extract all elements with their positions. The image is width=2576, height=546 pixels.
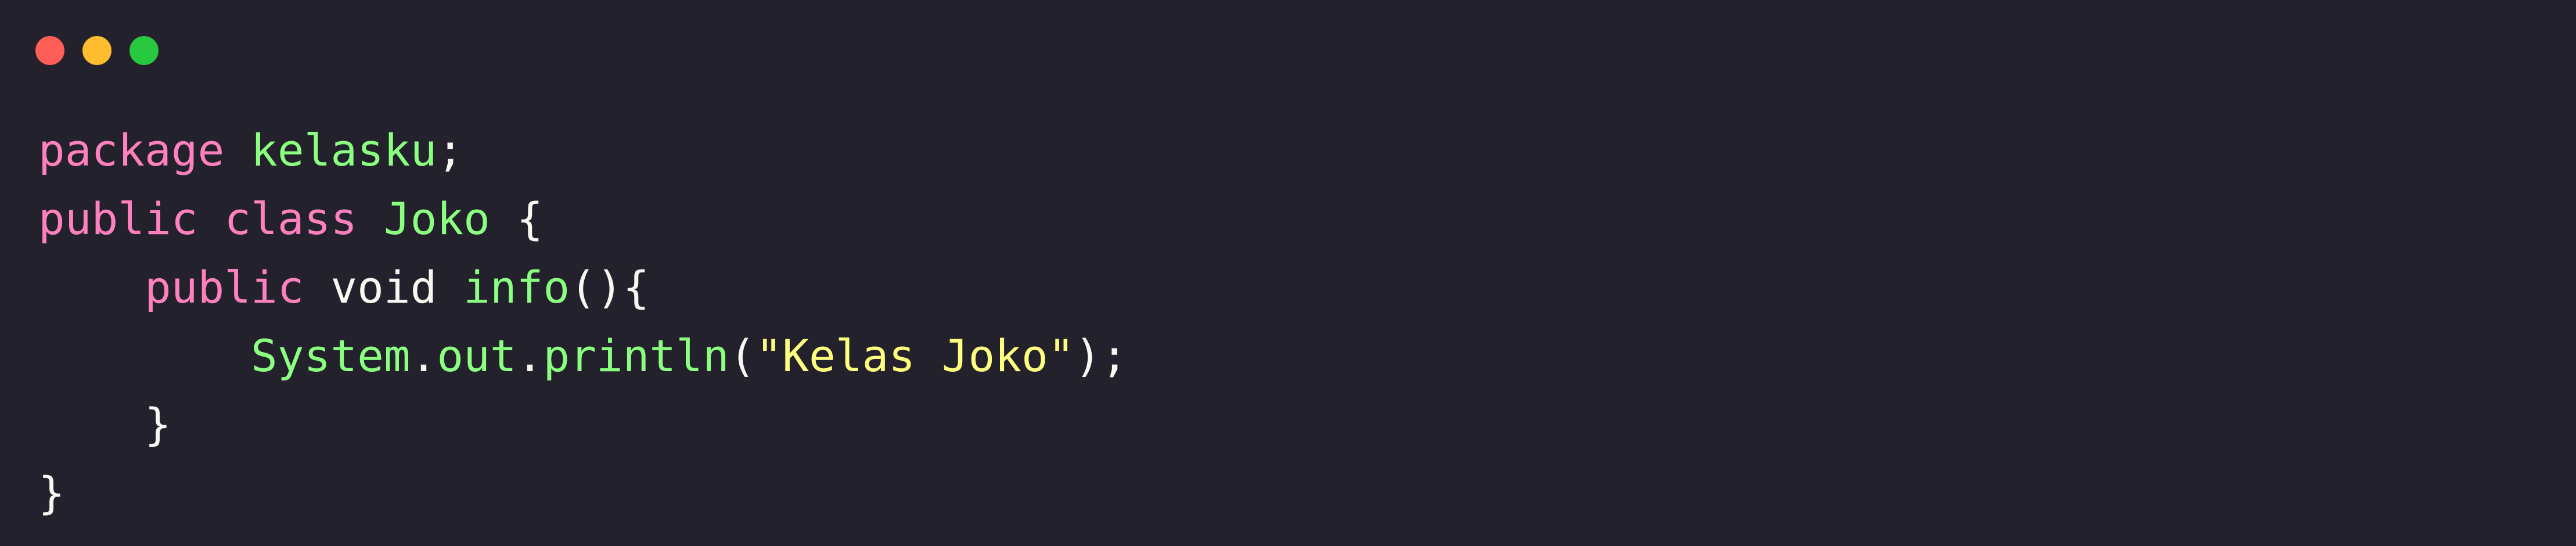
code-line: } (38, 390, 1128, 459)
code-token-plain: (){ (570, 261, 650, 313)
code-window: package kelasku; public class Joko { publ… (0, 0, 2576, 546)
code-line: } (38, 459, 1128, 527)
code-token-plain: . (410, 330, 437, 382)
close-button[interactable] (35, 36, 64, 65)
code-token-plain: ( (729, 330, 756, 382)
code-token-identifier: out (437, 330, 517, 382)
minimize-button[interactable] (82, 36, 111, 65)
code-token-plain: } (38, 398, 171, 450)
code-token-identifier: System (251, 330, 411, 382)
code-token-keyword: package (38, 124, 225, 176)
code-token-keyword: public (38, 193, 198, 245)
code-token-identifier: kelasku (251, 124, 437, 176)
code-token-plain: . (516, 330, 544, 382)
code-token-keyword: public (145, 261, 304, 313)
code-block: package kelasku; public class Joko { publ… (38, 116, 1128, 527)
code-line: public void info(){ (38, 253, 1128, 322)
code-token-plain: ); (1074, 330, 1128, 382)
code-line: package kelasku; (38, 116, 1128, 185)
code-token-identifier: info (463, 261, 570, 313)
zoom-button[interactable] (129, 36, 159, 65)
code-token-plain: ; (437, 124, 464, 176)
code-token-keyword: class (224, 193, 358, 245)
code-line: public class Joko { (38, 185, 1128, 253)
code-token-plain: } (38, 467, 65, 519)
window-controls (35, 36, 159, 65)
code-token-plain: { (490, 193, 544, 245)
code-token-identifier: println (543, 330, 729, 382)
code-token-identifier: Joko (383, 193, 490, 245)
code-line: System.out.println("Kelas Joko"); (38, 322, 1128, 390)
code-token-string: "Kelas Joko" (755, 330, 1075, 382)
code-token-plain: void (304, 261, 464, 313)
